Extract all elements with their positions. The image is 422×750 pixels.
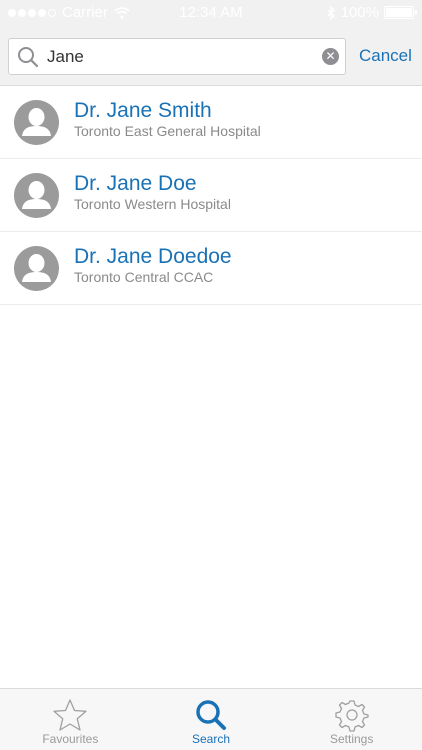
person-icon [22,181,51,209]
tab-settings-label: Settings [330,732,374,746]
tab-bar: Favourites Search Settings [0,688,422,750]
tab-search-label: Search [191,732,231,746]
battery-icon [384,6,417,19]
clear-search-icon[interactable]: ✕ [322,48,339,65]
avatar [14,246,59,291]
person-icon [22,108,51,136]
header: Carrier 12:34 AM 100% ✕ Cancel [0,0,422,86]
search-field[interactable]: ✕ [8,38,346,75]
gear-icon [335,700,369,732]
avatar [14,173,59,218]
tab-search[interactable]: Search [141,689,282,750]
doctor-name: Dr. Jane Doe [74,172,197,195]
battery-percent: 100% [340,4,379,21]
doctor-name: Dr. Jane Doedoe [74,245,232,268]
status-bar: Carrier 12:34 AM 100% [0,0,422,26]
search-input[interactable] [47,45,317,69]
search-icon [18,47,39,68]
cancel-button[interactable]: Cancel [359,46,412,66]
bluetooth-icon [327,5,335,20]
star-icon [53,699,87,731]
list-item[interactable]: Dr. Jane Doe Toronto Western Hospital [0,159,422,232]
doctor-organization: Toronto Central CCAC [74,269,214,285]
doctor-organization: Toronto Western Hospital [74,196,231,212]
doctor-name: Dr. Jane Smith [74,99,212,122]
tab-favourites[interactable]: Favourites [0,689,141,750]
avatar [14,100,59,145]
doctor-organization: Toronto East General Hospital [74,123,261,139]
person-icon [22,254,51,282]
list-item[interactable]: Dr. Jane Doedoe Toronto Central CCAC [0,232,422,305]
tab-favourites-label: Favourites [42,732,99,746]
search-icon [196,700,226,730]
tab-settings[interactable]: Settings [281,689,422,750]
results-list: Dr. Jane Smith Toronto East General Hosp… [0,86,422,305]
list-item[interactable]: Dr. Jane Smith Toronto East General Hosp… [0,86,422,159]
